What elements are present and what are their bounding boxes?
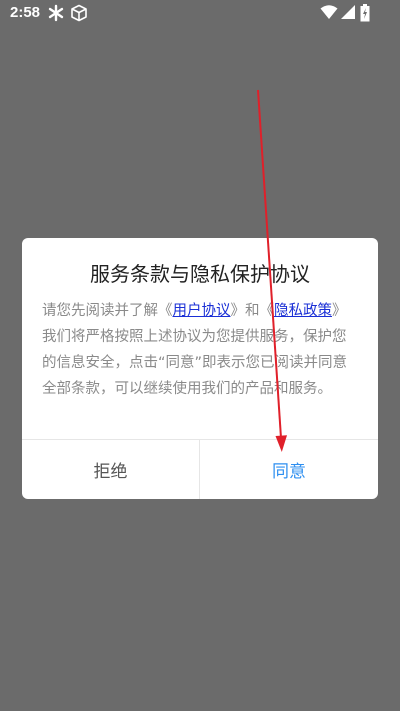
cube-icon (70, 4, 88, 26)
body-middle: 》和《 (230, 303, 275, 319)
reject-button[interactable]: 拒绝 (22, 440, 199, 499)
body-prefix: 请您先阅读并了解《 (42, 303, 173, 319)
privacy-policy-link[interactable]: 隐私政策 (274, 303, 332, 319)
agreement-dialog: 服务条款与隐私保护协议 请您先阅读并了解《用户协议》和《隐私政策》我们将严格按照… (22, 238, 378, 499)
wifi-icon (320, 4, 338, 24)
signal-icon (340, 4, 356, 24)
battery-icon (360, 4, 370, 26)
status-bar: 2:58 (0, 0, 400, 28)
status-time: 2:58 (10, 4, 41, 21)
dialog-body: 请您先阅读并了解《用户协议》和《隐私政策》我们将严格按照上述协议为您提供服务，保… (42, 298, 360, 402)
dialog-title: 服务条款与隐私保护协议 (90, 262, 310, 286)
asterisk-icon (48, 4, 64, 26)
agree-button[interactable]: 同意 (200, 440, 378, 499)
user-agreement-link[interactable]: 用户协议 (173, 303, 231, 319)
